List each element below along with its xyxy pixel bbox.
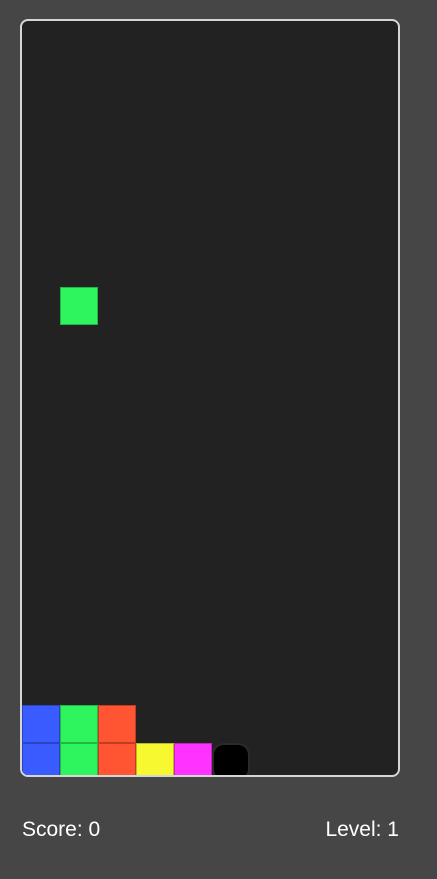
locked-block xyxy=(60,705,98,743)
falling-piece-block xyxy=(60,287,98,325)
locked-block xyxy=(98,705,136,743)
tetris-board[interactable] xyxy=(20,19,400,777)
locked-block xyxy=(22,743,60,775)
locked-block xyxy=(98,743,136,775)
game-screen: Score: 0 Level: 1 xyxy=(0,0,437,879)
level-display: Level: 1 xyxy=(325,818,399,841)
locked-block xyxy=(136,743,174,775)
locked-block xyxy=(22,705,60,743)
score-display: Score: 0 xyxy=(22,818,101,841)
locked-block xyxy=(60,743,98,775)
locked-block xyxy=(174,743,212,775)
bomb-block xyxy=(212,743,250,775)
